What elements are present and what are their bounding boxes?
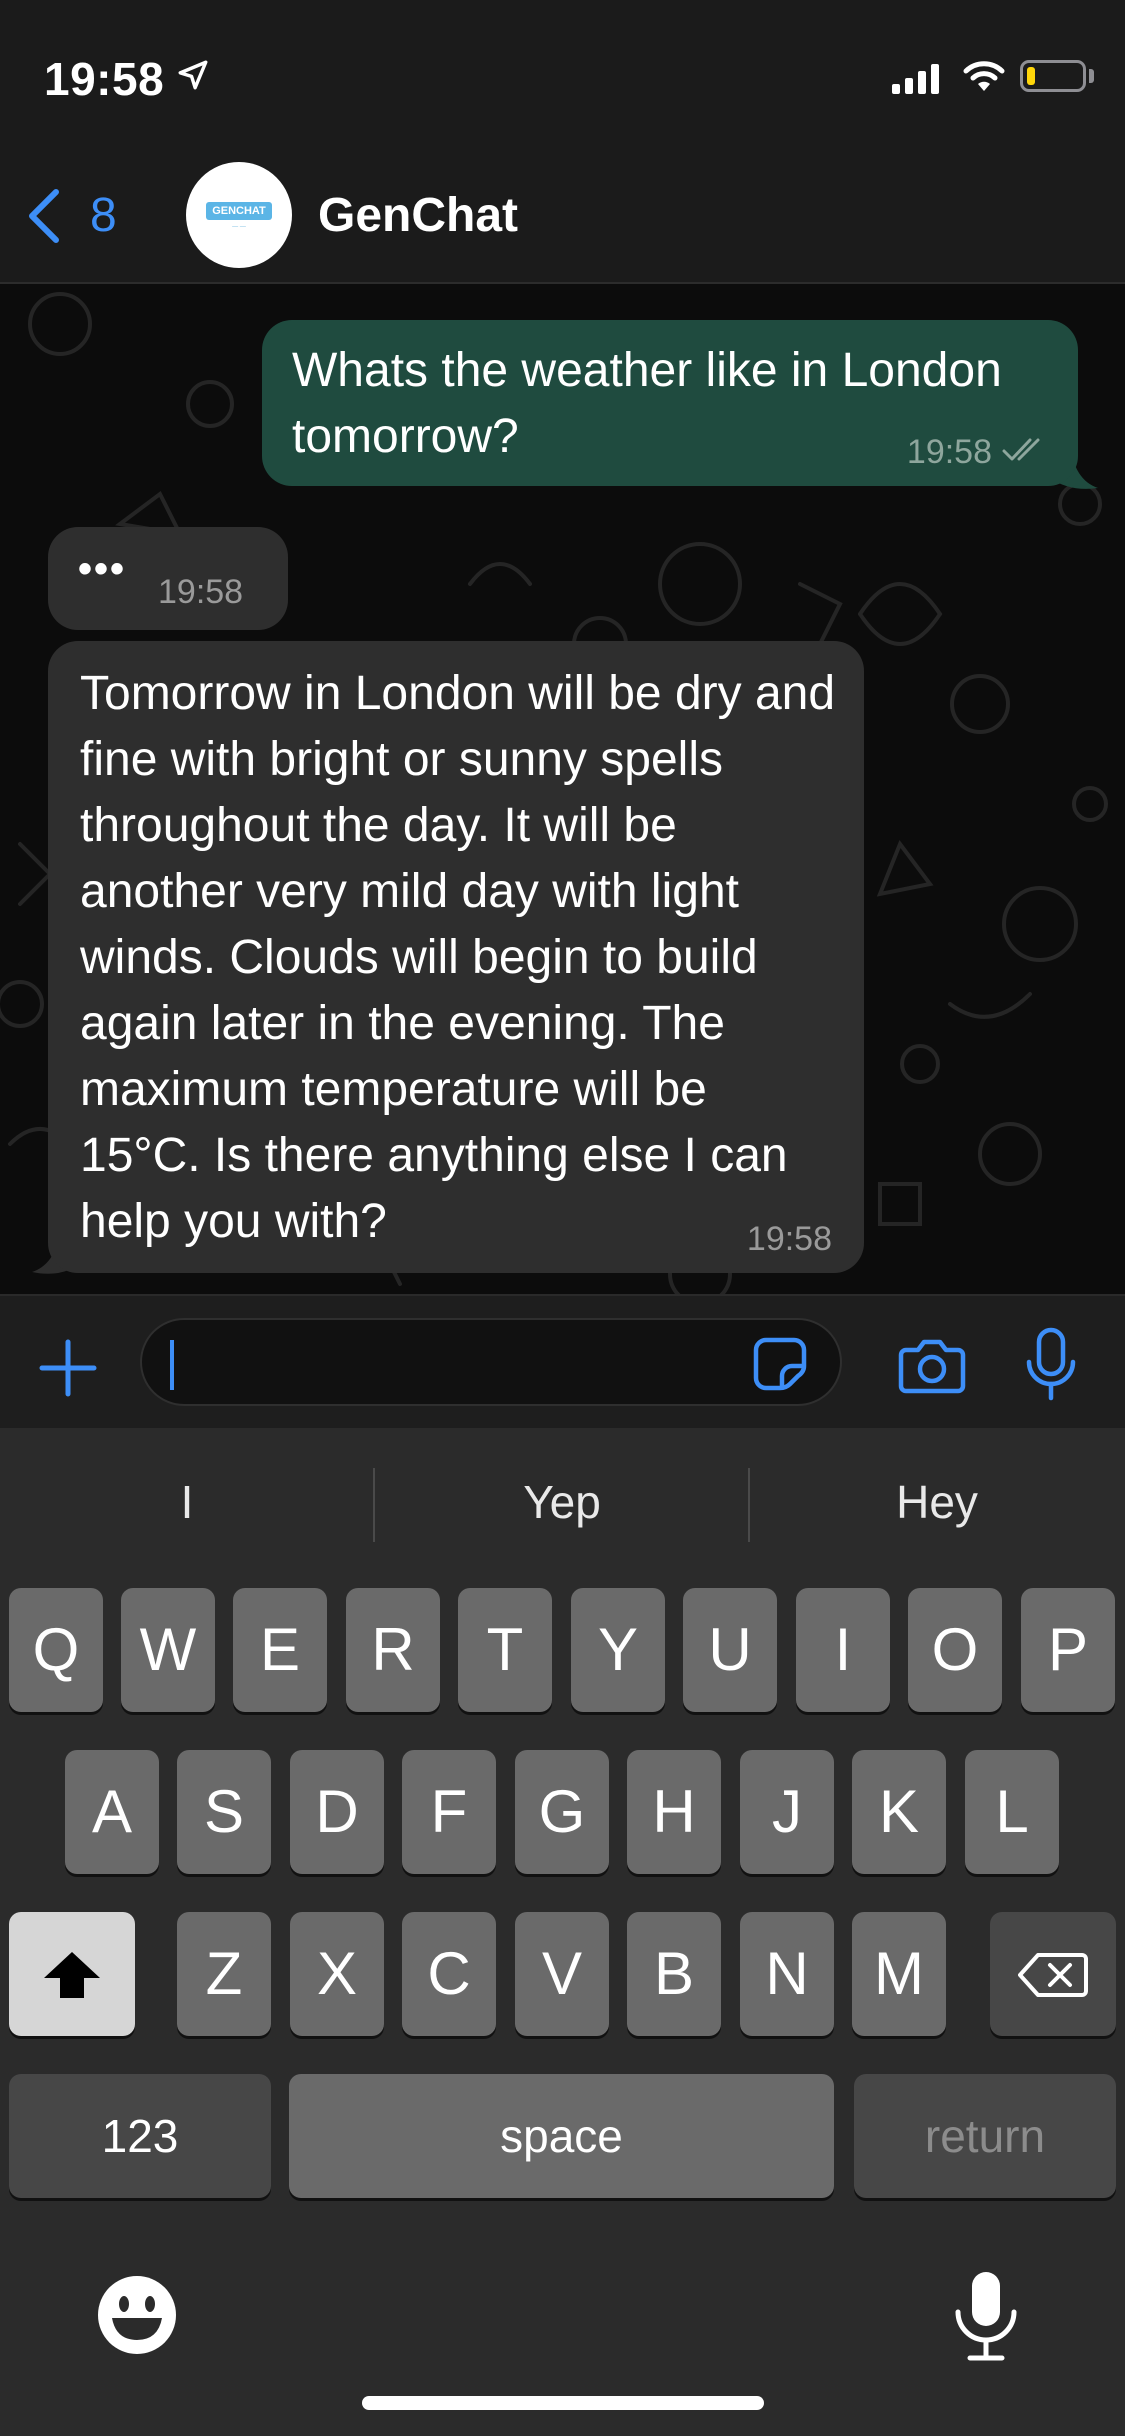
home-indicator[interactable] <box>362 2396 764 2410</box>
key-m[interactable]: M <box>852 1912 946 2036</box>
key-t[interactable]: T <box>458 1588 552 1712</box>
avatar-logo-decoration: — — <box>232 224 246 230</box>
message-time: 19:58 <box>158 573 244 611</box>
key-p[interactable]: P <box>1021 1588 1115 1712</box>
key-f[interactable]: F <box>402 1750 496 1874</box>
microphone-icon[interactable] <box>1024 1326 1078 1404</box>
key-g[interactable]: G <box>515 1750 609 1874</box>
shift-key[interactable] <box>9 1912 135 2036</box>
suggestion-1[interactable]: I <box>0 1428 374 1576</box>
cellular-signal-icon <box>892 64 939 94</box>
message-time: 19:58 <box>746 1220 832 1258</box>
battery-tip <box>1089 69 1094 83</box>
dictation-mic-icon[interactable] <box>950 2268 1022 2364</box>
key-c[interactable]: C <box>402 1912 496 2036</box>
return-key[interactable]: return <box>854 2074 1116 2198</box>
status-time: 19:58 <box>44 53 165 105</box>
message-input[interactable] <box>140 1318 842 1406</box>
back-unread-count[interactable]: 8 <box>90 188 117 243</box>
key-o[interactable]: O <box>908 1588 1002 1712</box>
key-a[interactable]: A <box>65 1750 159 1874</box>
double-check-read-icon <box>1002 438 1040 461</box>
camera-icon[interactable] <box>898 1336 966 1394</box>
sticker-icon[interactable] <box>752 1336 808 1392</box>
shift-arrow-icon <box>44 1952 100 1998</box>
incoming-message-bubble[interactable]: Tomorrow in London will be dry and fine … <box>48 641 864 1273</box>
wifi-icon <box>963 61 1005 91</box>
key-b[interactable]: B <box>627 1912 721 2036</box>
suggestion-3[interactable]: Hey <box>750 1428 1124 1576</box>
key-q[interactable]: Q <box>9 1588 103 1712</box>
outgoing-message-bubble[interactable]: Whats the weather like in London tomorro… <box>262 320 1078 486</box>
status-bar: 19:58 <box>0 0 1125 150</box>
back-chevron-icon[interactable] <box>24 186 64 246</box>
numbers-key[interactable]: 123 <box>9 2074 271 2198</box>
key-d[interactable]: D <box>290 1750 384 1874</box>
attach-plus-icon[interactable] <box>36 1336 100 1400</box>
key-i[interactable]: I <box>796 1588 890 1712</box>
space-key[interactable]: space <box>289 2074 834 2198</box>
avatar-logo: GENCHAT <box>206 202 272 220</box>
key-l[interactable]: L <box>965 1750 1059 1874</box>
keyboard: I Yep Hey Q W E R T Y U I O P A S D F G … <box>0 1428 1125 2436</box>
avatar[interactable]: GENCHAT — — <box>186 162 292 268</box>
key-y[interactable]: Y <box>571 1588 665 1712</box>
chat-area[interactable]: Whats the weather like in London tomorro… <box>0 284 1125 1294</box>
backspace-icon <box>1018 1953 1088 1997</box>
typing-indicator-bubble[interactable]: ••• 19:58 <box>48 527 288 630</box>
location-arrow-icon <box>178 60 208 90</box>
key-n[interactable]: N <box>740 1912 834 2036</box>
chat-header: 8 GENCHAT — — GenChat <box>0 150 1125 284</box>
message-time: 19:58 <box>906 433 992 471</box>
key-s[interactable]: S <box>177 1750 271 1874</box>
key-e[interactable]: E <box>233 1588 327 1712</box>
key-k[interactable]: K <box>852 1750 946 1874</box>
key-z[interactable]: Z <box>177 1912 271 2036</box>
key-w[interactable]: W <box>121 1588 215 1712</box>
key-x[interactable]: X <box>290 1912 384 2036</box>
emoji-icon[interactable] <box>96 2274 178 2356</box>
typing-dots: ••• <box>78 547 127 591</box>
delete-key[interactable] <box>990 1912 1116 2036</box>
text-caret <box>170 1340 174 1390</box>
key-u[interactable]: U <box>683 1588 777 1712</box>
key-r[interactable]: R <box>346 1588 440 1712</box>
key-h[interactable]: H <box>627 1750 721 1874</box>
key-j[interactable]: J <box>740 1750 834 1874</box>
suggestion-2[interactable]: Yep <box>375 1428 749 1576</box>
message-composer <box>0 1294 1125 1430</box>
key-v[interactable]: V <box>515 1912 609 2036</box>
battery-icon <box>1020 60 1086 92</box>
message-text: Tomorrow in London will be dry and fine … <box>80 667 836 1248</box>
contact-name[interactable]: GenChat <box>318 188 518 243</box>
